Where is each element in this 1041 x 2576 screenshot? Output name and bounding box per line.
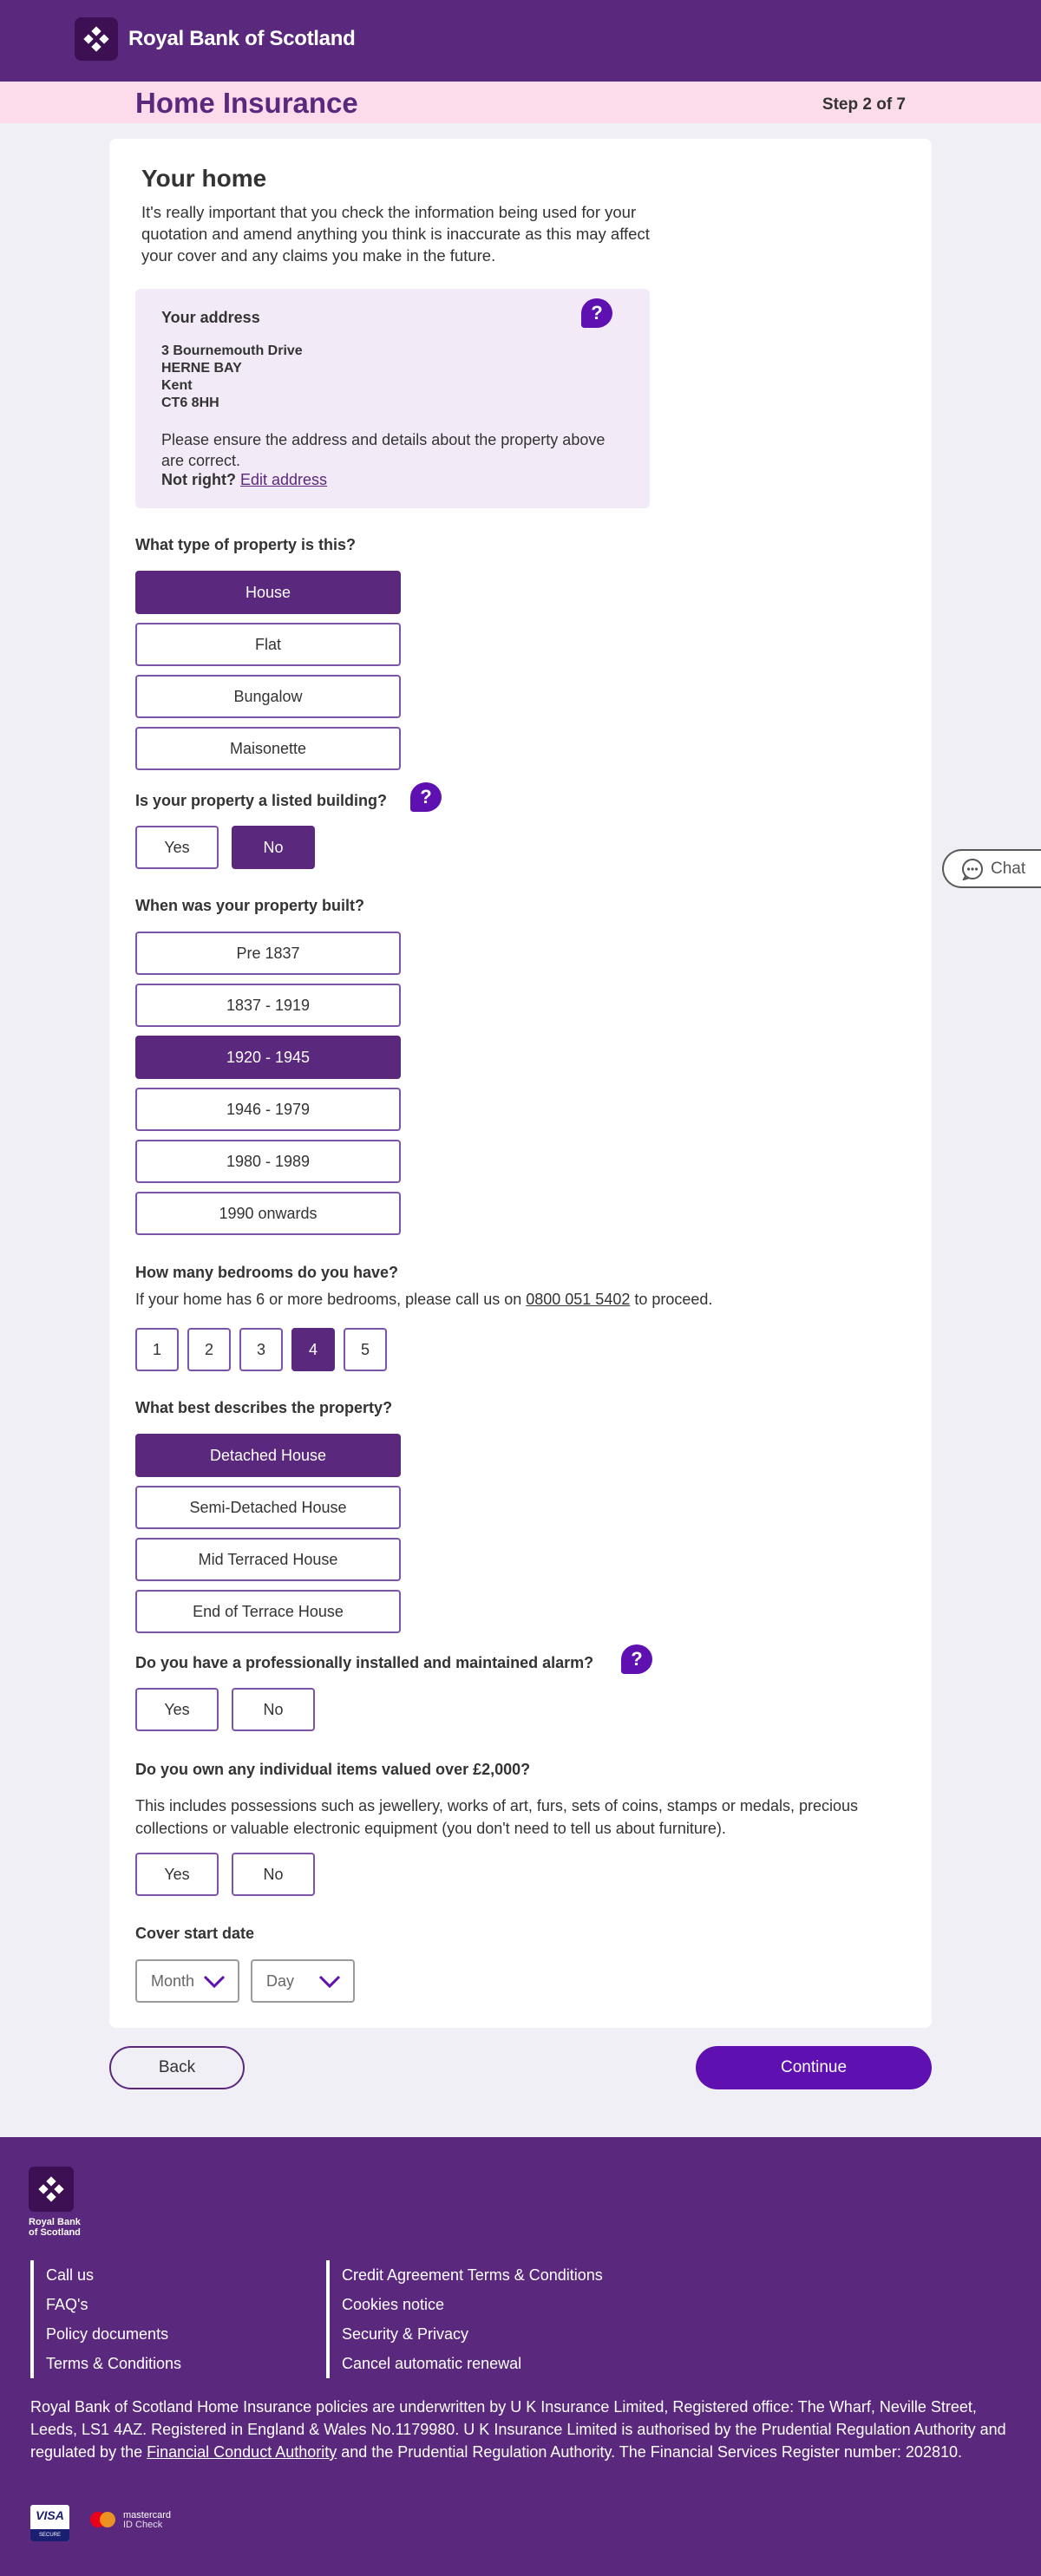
bedrooms-subtext-before: If your home has 6 or more bedrooms, ple… <box>135 1291 527 1308</box>
alarm-help-icon[interactable]: ? <box>621 1644 652 1674</box>
footer-brand-line: Royal Bank <box>29 2217 81 2227</box>
edit-address-link[interactable]: Edit address <box>240 471 327 488</box>
built-option-button[interactable]: 1837 - 1919 <box>135 984 401 1027</box>
listed-building-question: Is your property a listed building? <box>135 792 388 809</box>
valuables-no-button[interactable]: No <box>232 1853 315 1896</box>
listed-yes-button[interactable]: Yes <box>135 826 219 869</box>
footer-link-cookies[interactable]: Cookies notice <box>342 2290 603 2319</box>
bedrooms-option-button[interactable]: 5 <box>344 1328 387 1371</box>
address-line: Kent <box>161 378 193 393</box>
address-note: Please ensure the address and details ab… <box>161 431 606 469</box>
bedrooms-question: How many bedrooms do you have? <box>135 1264 399 1281</box>
day-placeholder: Day <box>266 1971 295 1990</box>
address-lines: 3 Bournemouth Drive HERNE BAY Kent CT6 8… <box>161 343 303 412</box>
visa-text: VISA <box>36 2508 64 2522</box>
footer-link-cancel-renewal[interactable]: Cancel automatic renewal <box>342 2349 603 2378</box>
chevron-down-icon <box>203 1975 226 1989</box>
chat-label: Chat <box>991 859 1026 878</box>
footer-link-security[interactable]: Security & Privacy <box>342 2319 603 2349</box>
describes-option-button[interactable]: End of Terrace House <box>135 1590 401 1633</box>
footer: Royal Bank of Scotland Call us FAQ's Pol… <box>0 2137 1041 2576</box>
bedrooms-option-button[interactable]: 1 <box>135 1328 179 1371</box>
visa-secure-text: SECURE <box>30 2529 69 2541</box>
visa-secure-logo: VISA SECURE <box>30 2505 69 2541</box>
property-type-question: What type of property is this? <box>135 536 357 553</box>
describes-option-button[interactable]: Mid Terraced House <box>135 1538 401 1581</box>
section-intro: It's really important that you check the… <box>141 203 650 265</box>
chat-icon <box>962 858 983 880</box>
footer-link-credit-terms[interactable]: Credit Agreement Terms & Conditions <box>342 2260 603 2290</box>
address-help-icon[interactable]: ? <box>581 298 612 328</box>
bedrooms-option-button[interactable]: 2 <box>187 1328 231 1371</box>
alarm-no-button[interactable]: No <box>232 1688 315 1731</box>
footer-brand-name: Royal Bank of Scotland <box>29 2217 81 2238</box>
footer-link-terms[interactable]: Terms & Conditions <box>46 2349 181 2378</box>
step-indicator: Step 2 of 7 <box>822 95 906 114</box>
mastercard-id-check: ID Check <box>123 2520 163 2530</box>
rbs-daisy-icon <box>75 17 118 61</box>
cover-start-question: Cover start date <box>135 1925 255 1942</box>
page-title: Home Insurance <box>135 87 358 119</box>
built-option-button[interactable]: 1920 - 1945 <box>135 1036 401 1079</box>
valuables-yes-button[interactable]: Yes <box>135 1853 219 1896</box>
fca-link[interactable]: Financial Conduct Authority <box>147 2443 337 2461</box>
footer-link-call-us[interactable]: Call us <box>46 2260 181 2290</box>
valuables-subtext: This includes possessions such as jewell… <box>135 1797 858 1837</box>
continue-button[interactable]: Continue <box>696 2046 932 2089</box>
address-panel: Your address 3 Bournemouth Drive HERNE B… <box>135 289 650 508</box>
describes-option-button[interactable]: Detached House <box>135 1434 401 1477</box>
progress-bar: Home Insurance Step 2 of 7 <box>0 82 1041 123</box>
property-type-maisonette-button[interactable]: Maisonette <box>135 727 401 770</box>
legal-text: Royal Bank of Scotland Home Insurance po… <box>30 2396 1011 2463</box>
bedrooms-option-button[interactable]: 3 <box>239 1328 283 1371</box>
built-option-button[interactable]: Pre 1837 <box>135 932 401 975</box>
footer-links-col1: Call us FAQ's Policy documents Terms & C… <box>30 2260 181 2378</box>
not-right-label: Not right? <box>161 471 236 488</box>
address-title: Your address <box>161 309 260 326</box>
listed-no-button[interactable]: No <box>232 826 315 869</box>
alarm-question: Do you have a professionally installed a… <box>135 1654 594 1671</box>
bedrooms-option-button[interactable]: 4 <box>291 1328 335 1371</box>
rbs-logo[interactable]: Royal Bank of Scotland <box>75 17 356 61</box>
bedrooms-subtext-after: to proceed. <box>630 1291 713 1308</box>
top-bar: Royal Bank of Scotland <box>0 0 1041 82</box>
chevron-down-icon <box>318 1975 341 1989</box>
built-question: When was your property built? <box>135 897 365 914</box>
describes-option-button[interactable]: Semi-Detached House <box>135 1486 401 1529</box>
month-placeholder: Month <box>151 1971 195 1990</box>
address-not-right: Not right? Edit address <box>161 471 327 489</box>
footer-brand-line: of Scotland <box>29 2227 81 2238</box>
describes-question: What best describes the property? <box>135 1399 393 1416</box>
back-button[interactable]: Back <box>109 2046 245 2089</box>
phone-link[interactable]: 0800 051 5402 <box>526 1291 630 1308</box>
built-option-button[interactable]: 1980 - 1989 <box>135 1140 401 1183</box>
address-line: CT6 8HH <box>161 396 219 410</box>
footer-link-policy-documents[interactable]: Policy documents <box>46 2319 181 2349</box>
mastercard-orange-circle-icon <box>100 2512 115 2527</box>
built-option-button[interactable]: 1990 onwards <box>135 1192 401 1235</box>
property-type-house-button[interactable]: House <box>135 571 401 614</box>
valuables-question: Do you own any individual items valued o… <box>135 1761 531 1778</box>
legal-text-after: and the Prudential Regulation Authority.… <box>337 2443 962 2461</box>
mastercard-text: mastercard ID Check <box>123 2511 171 2530</box>
section-title: Your home <box>141 165 267 192</box>
footer-links-col2: Credit Agreement Terms & Conditions Cook… <box>326 2260 603 2378</box>
address-line: 3 Bournemouth Drive <box>161 343 303 358</box>
listed-help-icon[interactable]: ? <box>410 782 442 812</box>
cover-day-select[interactable]: Day <box>251 1959 355 2003</box>
footer-link-faqs[interactable]: FAQ's <box>46 2290 181 2319</box>
address-line: HERNE BAY <box>161 361 242 376</box>
property-type-flat-button[interactable]: Flat <box>135 623 401 666</box>
bedrooms-subtext: If your home has 6 or more bedrooms, ple… <box>135 1288 712 1311</box>
brand-name: Royal Bank of Scotland <box>128 27 356 50</box>
built-option-button[interactable]: 1946 - 1979 <box>135 1088 401 1131</box>
footer-rbs-logo-icon[interactable] <box>29 2167 74 2212</box>
chat-button[interactable]: Chat <box>942 849 1041 888</box>
alarm-yes-button[interactable]: Yes <box>135 1688 219 1731</box>
cover-month-select[interactable]: Month <box>135 1959 239 2003</box>
property-type-bungalow-button[interactable]: Bungalow <box>135 675 401 718</box>
